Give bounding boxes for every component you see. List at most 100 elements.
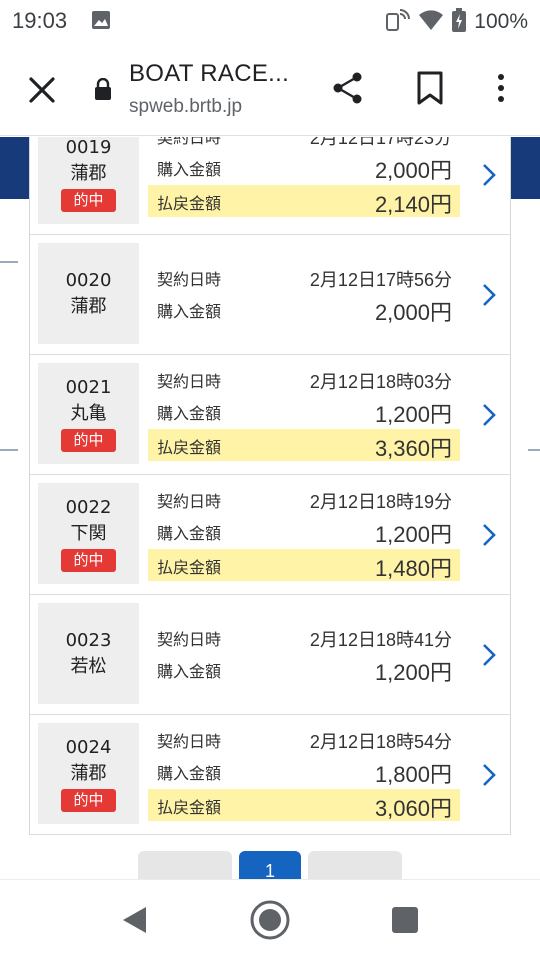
status-bar: 19:03 100% [0, 0, 540, 44]
page-url[interactable]: spweb.brtb.jp [129, 96, 242, 118]
payout-label: 払戻金額 [157, 798, 222, 817]
battery-percent: 100% [474, 10, 528, 33]
contract-time-label: 契約日時 [157, 372, 222, 391]
chevron-right-icon[interactable] [478, 475, 500, 595]
purchase-row: 購入金額 1,200円 [148, 395, 460, 427]
contract-time-row: 契約日時 2月12日18時03分 [148, 363, 460, 395]
more-vert-icon[interactable] [488, 68, 514, 108]
chevron-right-icon[interactable] [478, 355, 500, 475]
nfc-icon [384, 8, 411, 36]
contract-time-row: 契約日時 2月12日17時23分 [148, 137, 460, 151]
purchase-label: 購入金額 [157, 524, 222, 543]
contract-time-value: 2月12日18時41分 [309, 630, 452, 650]
purchase-row: 購入金額 1,800円 [148, 755, 460, 787]
hit-badge: 的中 [61, 549, 116, 572]
list-item[interactable]: 0023 若松 契約日時 2月12日18時41分 購入金額 1,200円 [30, 595, 510, 715]
purchase-row: 購入金額 1,200円 [148, 515, 460, 547]
payout-label: 払戻金額 [157, 558, 222, 577]
payout-value: 1,480円 [374, 556, 452, 581]
purchase-label: 購入金額 [157, 160, 222, 179]
contract-time-label: 契約日時 [157, 270, 222, 289]
list-item[interactable]: 0021 丸亀 的中 契約日時 2月12日18時03分 購入金額 1,200円 … [30, 355, 510, 475]
status-icons: 100% [384, 8, 528, 36]
background-page-right [510, 137, 540, 879]
payout-row: 払戻金額 1,480円 [148, 549, 460, 581]
contract-time-row: 契約日時 2月12日18時19分 [148, 483, 460, 515]
purchase-row: 購入金額 1,200円 [148, 653, 460, 685]
payout-label: 払戻金額 [157, 194, 222, 213]
battery-charging-icon [452, 8, 467, 36]
purchase-value: 1,200円 [374, 402, 452, 427]
contract-time-row: 契約日時 2月12日18時54分 [148, 723, 460, 755]
current-page-button[interactable]: 1 [239, 851, 301, 879]
web-content: 0019 蒲郡 的中 契約日時 2月12日17時23分 購入金額 2,000円 … [0, 137, 540, 879]
contract-time-label: 契約日時 [157, 630, 222, 649]
venue-name: 丸亀 [70, 403, 107, 424]
purchase-history-list: 0019 蒲郡 的中 契約日時 2月12日17時23分 購入金額 2,000円 … [29, 137, 511, 835]
payout-row: 払戻金額 3,060円 [148, 789, 460, 821]
pagination: 1 [0, 849, 540, 879]
contract-time-value: 2月12日18時54分 [309, 732, 452, 752]
list-item[interactable]: 0022 下関 的中 契約日時 2月12日18時19分 購入金額 1,200円 … [30, 475, 510, 595]
venue-name: 下関 [70, 523, 107, 544]
chevron-right-icon[interactable] [478, 595, 500, 715]
close-icon[interactable] [22, 70, 62, 110]
payout-value: 3,060円 [374, 796, 452, 821]
list-item[interactable]: 0024 蒲郡 的中 契約日時 2月12日18時54分 購入金額 1,800円 … [30, 715, 510, 835]
wifi-icon [418, 9, 444, 35]
venue-box: 0020 蒲郡 [38, 243, 139, 344]
purchase-label: 購入金額 [157, 302, 222, 321]
payout-row: 払戻金額 3,360円 [148, 429, 460, 461]
next-page-button[interactable] [308, 851, 402, 879]
record-number: 0024 [65, 737, 112, 758]
venue-box: 0021 丸亀 的中 [38, 363, 139, 464]
back-icon[interactable] [118, 902, 154, 938]
purchase-label: 購入金額 [157, 662, 222, 681]
hit-badge: 的中 [61, 189, 116, 212]
lock-icon [94, 77, 112, 100]
payout-value: 3,360円 [374, 436, 452, 461]
record-number: 0019 [65, 137, 112, 158]
purchase-value: 2,000円 [374, 300, 452, 325]
venue-box: 0022 下関 的中 [38, 483, 139, 584]
purchase-value: 2,000円 [374, 158, 452, 183]
contract-time-value: 2月12日18時19分 [309, 492, 452, 512]
contract-time-row: 契約日時 2月12日18時41分 [148, 621, 460, 653]
hit-badge: 的中 [61, 789, 116, 812]
chevron-right-icon[interactable] [478, 715, 500, 835]
purchase-row: 購入金額 2,000円 [148, 293, 460, 325]
chevron-right-icon[interactable] [478, 137, 500, 235]
venue-name: 蒲郡 [70, 295, 107, 317]
list-item[interactable]: 0019 蒲郡 的中 契約日時 2月12日17時23分 購入金額 2,000円 … [30, 137, 510, 235]
chevron-right-icon[interactable] [478, 235, 500, 355]
purchase-value: 1,800円 [374, 762, 452, 787]
contract-time-row: 契約日時 2月12日17時56分 [148, 261, 460, 293]
recents-icon[interactable] [392, 907, 418, 933]
purchase-value: 1,200円 [374, 522, 452, 547]
background-page-left [0, 137, 30, 879]
purchase-value: 1,200円 [374, 660, 452, 685]
share-icon[interactable] [328, 68, 368, 108]
system-nav-bar [0, 879, 540, 960]
list-item[interactable]: 0020 蒲郡 契約日時 2月12日17時56分 購入金額 2,000円 [30, 235, 510, 355]
record-number: 0020 [65, 269, 112, 291]
record-number: 0021 [65, 377, 112, 398]
home-icon[interactable] [248, 898, 292, 942]
bookmark-icon[interactable] [410, 68, 450, 108]
contract-time-label: 契約日時 [157, 492, 222, 511]
contract-time-label: 契約日時 [157, 732, 222, 751]
purchase-label: 購入金額 [157, 404, 222, 423]
venue-box: 0019 蒲郡 的中 [38, 137, 139, 224]
venue-name: 蒲郡 [70, 163, 107, 184]
prev-page-button[interactable] [138, 851, 232, 879]
payout-row: 払戻金額 2,140円 [148, 185, 460, 217]
venue-box: 0024 蒲郡 的中 [38, 723, 139, 824]
payout-label: 払戻金額 [157, 438, 222, 457]
contract-time-label: 契約日時 [157, 137, 222, 147]
hit-badge: 的中 [61, 429, 116, 452]
contract-time-value: 2月12日17時56分 [309, 270, 452, 290]
contract-time-value: 2月12日18時03分 [309, 372, 452, 392]
status-time: 19:03 [12, 8, 68, 33]
contract-time-value: 2月12日17時23分 [309, 137, 452, 148]
record-number: 0023 [65, 629, 112, 651]
